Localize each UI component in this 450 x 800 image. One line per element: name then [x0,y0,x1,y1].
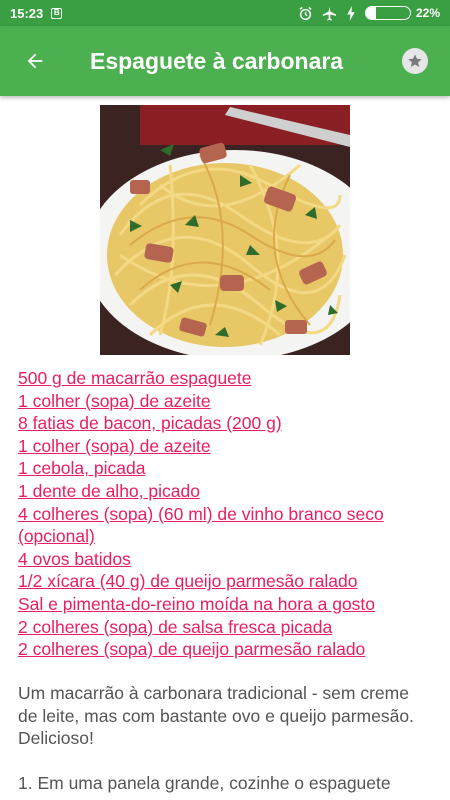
ingredient-item[interactable]: 4 colheres (sopa) (60 ml) de vinho branc… [18,503,438,548]
ingredient-link[interactable]: 8 fatias de bacon, picadas (200 g) [18,413,282,433]
battery-indicator: 22% [364,6,440,20]
battery-level-fill [365,7,376,19]
ingredient-item[interactable]: 2 colheres (sopa) de queijo parmesão ral… [18,638,438,661]
ingredient-item[interactable]: 1 dente de alho, picado [18,480,438,503]
back-button[interactable] [0,26,70,96]
charging-icon [347,5,355,21]
recipe-description: Um macarrão à carbonara tradicional - se… [18,683,414,749]
ingredient-item[interactable]: 1 colher (sopa) de azeite [18,435,438,458]
status-time: 15:23 [10,5,44,21]
ingredient-link[interactable]: 2 colheres (sopa) de queijo parmesão ral… [18,639,365,659]
star-icon [408,54,422,67]
ingredient-item[interactable]: 2 colheres (sopa) de salsa fresca picada [18,616,438,639]
app-bar: Espaguete à carbonara [0,26,450,96]
ingredient-link[interactable]: 1 colher (sopa) de azeite [18,436,211,456]
battery-percent: 22% [415,6,440,20]
airplane-mode-icon [322,6,337,21]
arrow-back-icon [27,53,43,69]
ingredient-link[interactable]: 1 dente de alho, picado [18,481,200,501]
notification-app-icon: B [51,7,63,19]
ingredient-item[interactable]: 500 g de macarrão espaguete [18,367,438,390]
ingredient-link[interactable]: 4 colheres (sopa) (60 ml) de vinho branc… [18,504,384,547]
ingredient-link[interactable]: 1 colher (sopa) de azeite [18,391,211,411]
ingredient-item[interactable]: 1 colher (sopa) de azeite [18,390,438,413]
ingredient-item[interactable]: Sal e pimenta-do-reino moída na hora a g… [18,593,438,616]
ingredient-item[interactable]: 1/2 xícara (40 g) de queijo parmesão ral… [18,570,438,593]
status-bar: 15:23 B 22% [0,0,450,26]
ingredient-link[interactable]: 1/2 xícara (40 g) de queijo parmesão ral… [18,571,358,591]
recipe-content[interactable]: 500 g de macarrão espaguete 1 colher (so… [0,96,450,800]
ingredient-link[interactable]: 500 g de macarrão espaguete [18,368,252,388]
ingredient-list: 500 g de macarrão espaguete 1 colher (so… [18,367,438,661]
ingredient-link[interactable]: 1 cebola, picada [18,458,145,478]
page-title: Espaguete à carbonara [90,47,344,74]
ingredient-item[interactable]: 1 cebola, picada [18,457,438,480]
battery-icon [364,6,411,20]
alarm-icon [299,6,312,20]
ingredient-link[interactable]: 4 ovos batidos [18,549,131,569]
recipe-photo [100,105,350,355]
ingredient-link[interactable]: 2 colheres (sopa) de salsa fresca picada [18,617,332,637]
ingredient-link[interactable]: Sal e pimenta-do-reino moída na hora a g… [18,594,375,614]
ingredient-item[interactable]: 4 ovos batidos [18,548,438,571]
recipe-step: 1. Em uma panela grande, cozinhe o espag… [18,773,391,793]
favorite-button[interactable] [402,48,428,74]
ingredient-item[interactable]: 8 fatias de bacon, picadas (200 g) [18,412,438,435]
